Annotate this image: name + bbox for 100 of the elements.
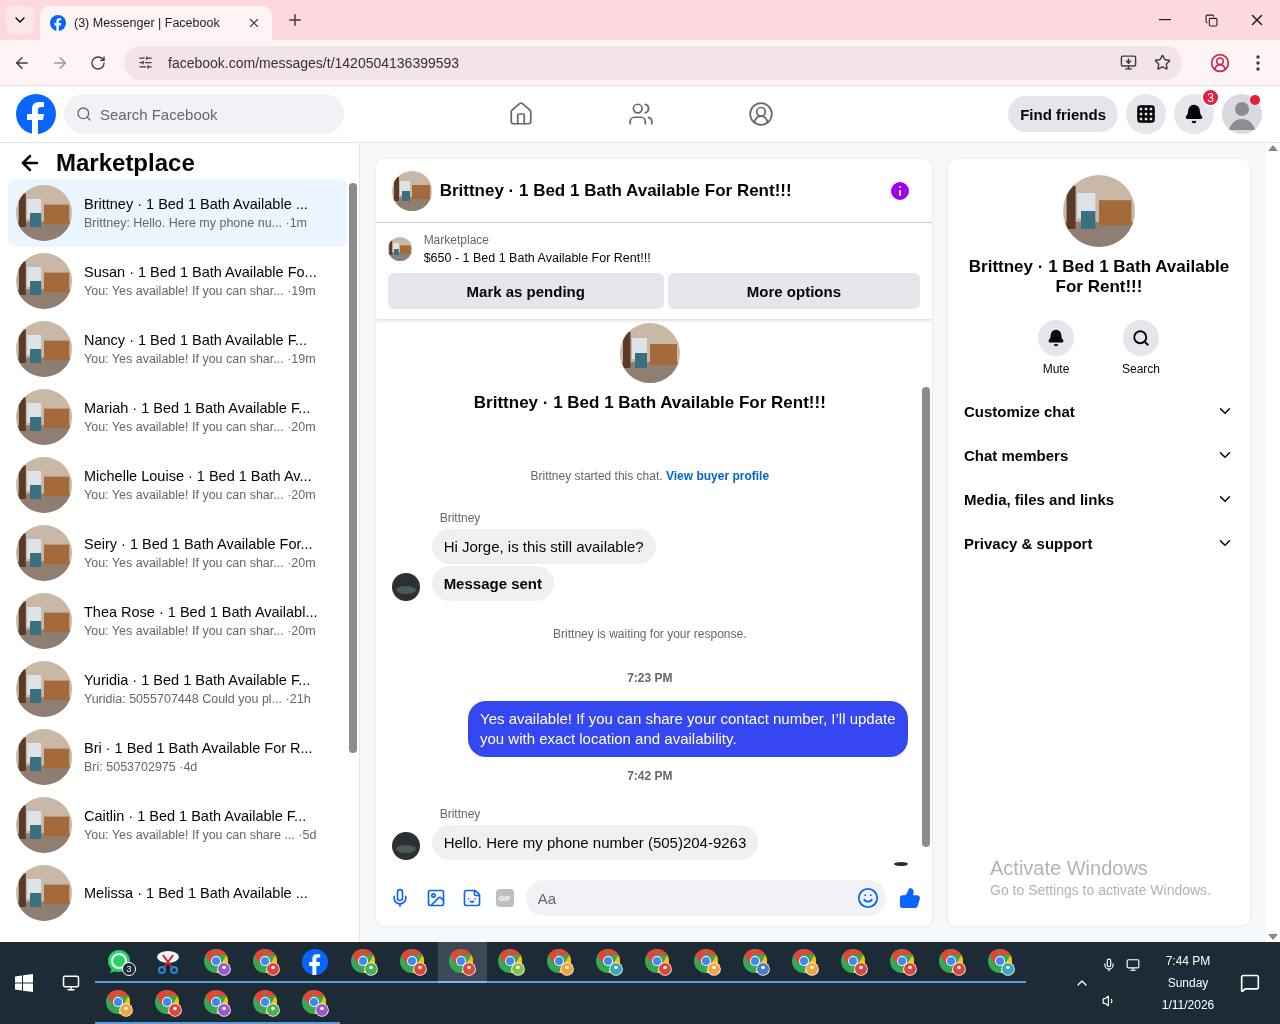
reload-icon [90,54,106,71]
listing-photo [16,525,72,581]
listing-action-button[interactable]: Mark as pending [387,273,664,309]
details-section[interactable]: Chat members [964,433,1234,477]
conversation-preview: You: Yes available! If you can shar... ·20m [84,488,316,502]
bell-icon [1184,104,1204,124]
listing-photo [16,865,72,921]
conversation-preview: Yuridia: 5055707448 Could you pl... ·21h [84,692,311,706]
browser-tab[interactable]: (3) Messenger | Facebook [40,6,272,40]
browser-icon [301,988,330,1017]
tab-list-button[interactable] [6,6,34,34]
conversation-name: Michelle Louise · 1 Bed 1 Bath Av... [84,468,313,484]
sticker-icon [461,888,482,908]
details-section[interactable]: Customize chat [964,389,1234,433]
browser-icon [203,947,232,976]
conversation-preview: You: Yes available! If you can shar... ·19m [84,352,316,366]
find-friends-button[interactable]: Find friends [1008,96,1118,132]
account-avatar[interactable] [1222,94,1262,134]
message-field[interactable]: Aa [525,880,886,916]
monitor-download-icon [1119,54,1137,71]
listing-photo [16,389,72,445]
listing-photo [16,185,72,241]
search-field[interactable]: Search Facebook [64,94,344,134]
clock[interactable]: 7:44 PM Sunday 1/11/2026 [1148,954,1228,1012]
restore-icon [1204,13,1218,27]
browser-icon [105,988,134,1017]
listing-photo [16,661,72,717]
incoming-message: Hi Jorge, is this still available? [431,529,656,564]
browser-icon [350,947,379,976]
browser-icon [252,947,281,976]
details-title: Brittney · 1 Bed 1 Bath Available For Rent!!! [967,257,1231,297]
sliders-icon [137,55,153,70]
browser-icon [644,947,673,976]
chat-action-button[interactable]: Mute [1032,319,1080,377]
grid-icon [1136,104,1156,124]
conversation-item[interactable]: Melissa · 1 Bed 1 Bath Available ... [8,859,347,927]
incoming-message: Hello. Here my phone number (505)204-9263 [431,825,759,860]
search-icon [76,106,92,122]
chat-title: Brittney · 1 Bed 1 Bath Available For Rent!!! [439,180,793,201]
read-receipt-avatar [894,862,908,866]
browser-icon [938,947,967,976]
listing-action-button[interactable]: More options [667,273,920,309]
listing-photo [387,237,412,261]
taskbar-app[interactable] [437,942,487,983]
star-icon [1153,54,1171,71]
monitor-icon [1126,958,1140,972]
intro-title: Brittney · 1 Bed 1 Bath Available For Rent!!! [473,393,826,413]
scrollbar-thumb[interactable] [922,387,930,847]
like-button[interactable] [898,886,922,910]
browser-icon [987,947,1016,976]
timestamp: 7:23 PM [627,671,673,685]
microphone-icon [1102,958,1116,972]
conversation-item[interactable]: Susan · 1 Bed 1 Bath Available Fo... You: Yes available! If you can shar... ·19m [8,247,347,315]
tab-title: (3) Messenger | Facebook [74,16,221,30]
browser-icon [497,947,526,976]
conversation-item[interactable]: Thea Rose · 1 Bed 1 Bath Availabl... You: Yes available! If you can shar... ·20m [8,587,347,655]
conversation-name: Bri · 1 Bed 1 Bath Available For R... [84,740,313,756]
sidebar-title: Marketplace [56,149,195,177]
scroll-down-arrow-icon[interactable] [1268,934,1278,940]
taskbar-app[interactable]: 3 [94,942,144,983]
listing-photo [16,797,72,853]
conversation-name: Melissa · 1 Bed 1 Bath Available ... [84,885,308,901]
scroll-up-arrow-icon[interactable] [1268,145,1278,151]
plus-icon [286,11,304,29]
browser-icon [154,988,183,1017]
conversation-item[interactable]: Michelle Louise · 1 Bed 1 Bath Av... You: Yes available! If you can shar... ·20m [8,451,347,519]
details-section[interactable]: Privacy & support [964,521,1234,565]
conversation-item[interactable]: Nancy · 1 Bed 1 Bath Available F... You: Yes available! If you can shar... ·19m [8,315,347,383]
chat-action-button[interactable]: Search [1116,319,1167,377]
timestamp: 7:42 PM [627,769,673,783]
status-text: Brittney is waiting for your response. [553,627,747,641]
conversation-item[interactable]: Caitlin · 1 Bed 1 Bath Available F... You: Yes available! If you can share ... ·5d [8,791,347,859]
network-button[interactable] [1124,956,1142,974]
facebook-logo[interactable] [16,94,56,134]
details-section[interactable]: Media, files and links [964,477,1234,521]
sender-name: Brittney [439,511,481,525]
conversation-item[interactable]: Brittney · 1 Bed 1 Bath Available ... Brittney: Hello. Here my phone nu... ·1m [8,179,347,247]
activation-title: Activate Windows [990,857,1149,880]
outgoing-message: Yes available! If you can share your contact number, I’ll update you with exact location and availability. [468,701,908,757]
image-icon [425,888,446,908]
browser-icon [889,947,918,976]
notification-badge: 3 [1201,88,1220,107]
conversation-item[interactable]: Yuridia · 1 Bed 1 Bath Available F... Yuridia: 5055707448 Could you pl... ·21h [8,655,347,723]
scrollbar-thumb[interactable] [348,183,357,753]
conversation-name: Brittney · 1 Bed 1 Bath Available ... [84,196,308,212]
listing-photo [16,729,72,785]
emoji-button[interactable] [856,886,880,910]
close-icon [247,16,261,30]
conversation-item[interactable]: Seiry · 1 Bed 1 Bath Available For... You: Yes available! If you can shar... ·20m [8,519,347,587]
conversation-name: Mariah · 1 Bed 1 Bath Available F... [84,400,312,416]
home-icon [508,101,534,127]
listing-photo [16,457,72,513]
conversation-preview: You: Yes available! If you can share ... ·5d [84,828,317,842]
listing-photo [16,253,72,309]
conversation-item[interactable]: Mariah · 1 Bed 1 Bath Available F... You: Yes available! If you can shar... ·20m [8,383,347,451]
windows-logo-icon [14,974,33,992]
menu-grid-button[interactable] [1126,94,1166,134]
conversation-name: Seiry · 1 Bed 1 Bath Available For... [84,536,314,552]
buyer-profile-link[interactable]: View buyer profile [665,469,770,483]
conversation-item[interactable]: Bri · 1 Bed 1 Bath Available For R... Bri: 5053702975 ·4d [8,723,347,791]
